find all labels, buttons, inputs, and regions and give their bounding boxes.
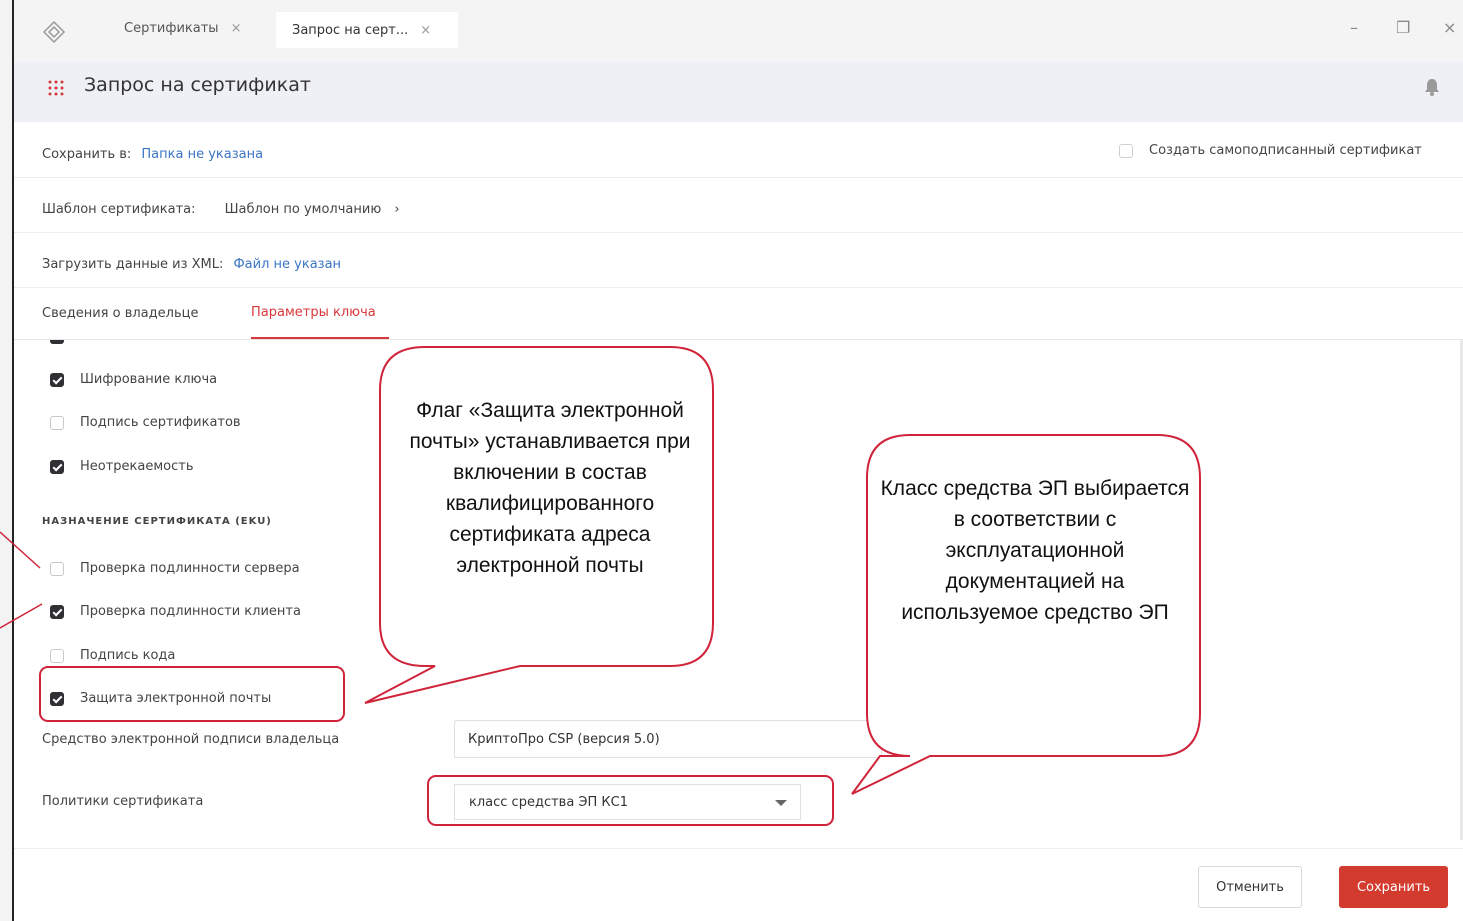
- policies-highlight: [427, 775, 834, 826]
- email-checkbox-highlight: [39, 666, 345, 722]
- annotation-pointer-line: [0, 531, 41, 569]
- annotation-pointer-line: [0, 603, 43, 629]
- callout-email-text: Флаг «Защита электронной почты» устанавл…: [409, 399, 691, 577]
- annotation-overlay: [0, 346, 1201, 826]
- callout-class-text: Класс средства ЭП выбирается в соответст…: [880, 477, 1190, 624]
